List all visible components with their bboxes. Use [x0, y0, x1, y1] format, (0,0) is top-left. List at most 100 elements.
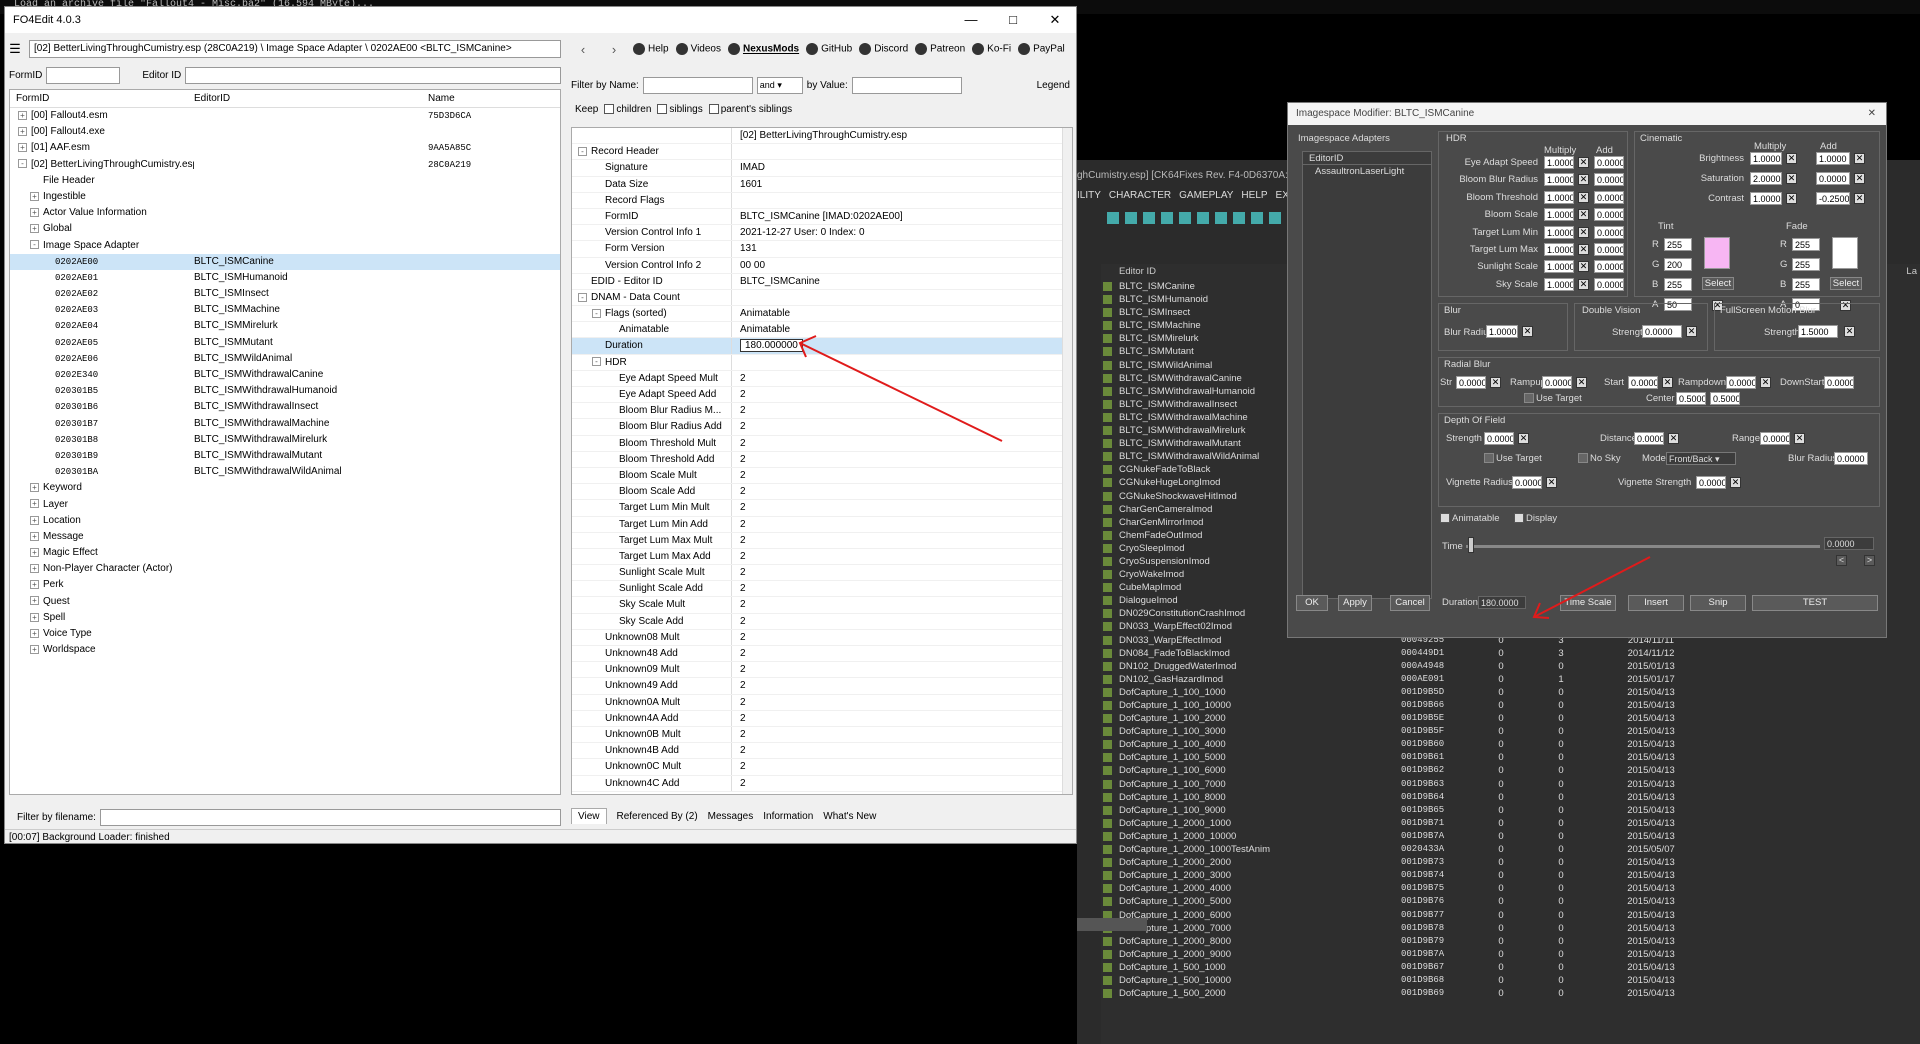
hdr-add-field[interactable]: 0.0000 [1594, 190, 1624, 204]
ck-menu-gameplay[interactable]: GAMEPLAY [1179, 190, 1233, 208]
dv-strength-field[interactable]: 0.0000 [1642, 325, 1682, 338]
expand-icon[interactable]: + [30, 580, 39, 590]
ck-grid-row[interactable]: DofCapture_1_2000_3000 001D9B74 0 0 2015/04/… [1101, 869, 1920, 882]
record-row[interactable]: Signature IMAD [572, 160, 1072, 177]
ck-grid-row[interactable]: DofCapture_1_100_7000 001D9B63 0 0 2015/04/1… [1101, 778, 1920, 791]
dof-distance-clear[interactable]: ✕ [1668, 433, 1679, 444]
formid-input[interactable] [46, 66, 121, 84]
tab-messages[interactable]: Messages [708, 811, 754, 822]
adapter-list-header[interactable]: EditorID [1303, 152, 1431, 166]
ck-tree-item[interactable]: Material Type [1077, 970, 1147, 983]
record-row[interactable]: Eye Adapt Speed Add 2 [572, 387, 1072, 404]
ck-tree-item[interactable]: Hazard [1077, 892, 1147, 905]
tree-row[interactable]: + Ingestible [10, 189, 560, 205]
record-row[interactable]: Form Version 131 [572, 241, 1072, 258]
editorid-input[interactable] [185, 66, 561, 84]
hdr-mult-clear[interactable]: ✕ [1578, 261, 1589, 273]
cin-mult-field[interactable]: 2.0000 [1750, 172, 1782, 185]
record-row[interactable]: Animatable Animatable [572, 322, 1072, 339]
record-tree[interactable]: FormID EditorID Name + [00] Fallout4.esm 7… [9, 89, 561, 795]
record-row[interactable]: - Flags (sorted) Animatable [572, 306, 1072, 323]
forward-icon[interactable]: › [602, 42, 626, 57]
ck-tree-item[interactable]: Explosion [1077, 840, 1147, 853]
tree-row[interactable]: + Layer [10, 497, 560, 513]
tree-row[interactable]: 0202AE06 BLTC_ISMWildAnimal [10, 351, 560, 367]
tint-b-field[interactable]: 255 [1664, 278, 1692, 291]
tree-row[interactable]: - Image Space Adapter [10, 238, 560, 254]
time-slider[interactable] [1466, 545, 1820, 548]
tree-row[interactable]: + Location [10, 513, 560, 529]
fsb-strength-clear[interactable]: ✕ [1844, 326, 1855, 337]
record-row[interactable]: Duration 180.000000 [572, 338, 1072, 355]
hdr-mult-field[interactable]: 1.0000 [1544, 225, 1574, 239]
hdr-add-field[interactable]: 0.0000 [1594, 156, 1624, 169]
expand-icon[interactable]: + [18, 143, 27, 153]
ck-grid-row[interactable]: DofCapture_1_100_6000 001D9B62 0 0 2015/04/1… [1101, 764, 1920, 777]
dof-vignette-strength-field[interactable]: 0.0000 [1696, 476, 1726, 489]
hdr-mult-field[interactable]: 1.0000 [1544, 208, 1574, 222]
expand-icon[interactable]: + [30, 628, 39, 638]
tint-select-button[interactable]: Select [1702, 277, 1734, 290]
cin-add-field[interactable]: 1.0000 [1816, 152, 1850, 165]
radial-0-field[interactable]: 0.0000 [1456, 376, 1486, 389]
expand-icon[interactable]: + [30, 596, 39, 606]
record-row[interactable]: Target Lum Min Add 2 [572, 516, 1072, 533]
ck-tree-item[interactable]: Footstep Set [1077, 866, 1147, 879]
display-checkbox[interactable]: Display [1514, 513, 1557, 524]
radial-4-field[interactable]: 0.0000 [1824, 376, 1854, 389]
col-formid[interactable]: FormID [10, 93, 194, 104]
ck-grid-row[interactable]: DofCapture_1_500_2000 001D9B69 0 0 2015/04/1… [1101, 987, 1920, 1000]
record-row[interactable]: Unknown4B Add 2 [572, 743, 1072, 760]
tab-information[interactable]: Information [763, 811, 813, 822]
record-scrollbar[interactable] [1062, 128, 1072, 794]
ck-grid-row[interactable]: DofCapture_1_100_9000 001D9B65 0 0 2015/04/1… [1101, 804, 1920, 817]
hdr-mult-field[interactable]: 1.0000 [1544, 243, 1574, 256]
tree-row[interactable]: 0202AE04 BLTC_ISMMirelurk [10, 318, 560, 334]
hdr-mult-field[interactable]: 1.0000 [1544, 190, 1574, 204]
toolbar-nexusmods-link[interactable]: NexusMods [727, 43, 799, 55]
record-row[interactable]: Unknown0C Mult 2 [572, 759, 1072, 776]
dof-blur-radius-field[interactable]: 0.0000 [1834, 452, 1868, 465]
hdr-mult-clear[interactable]: ✕ [1578, 209, 1589, 221]
tint-r-field[interactable]: 255 [1664, 238, 1692, 251]
record-row[interactable]: Data Size 1601 [572, 176, 1072, 193]
toolbar-paypal-link[interactable]: PayPal [1018, 43, 1065, 55]
tree-row[interactable]: + Worldspace [10, 642, 560, 658]
fade-color-swatch[interactable] [1832, 237, 1858, 269]
tree-row[interactable]: + [01] AAF.esm 9AA5A85C [10, 140, 560, 156]
tree-row[interactable]: + Spell [10, 610, 560, 626]
time-field[interactable]: 0.0000 [1824, 537, 1874, 550]
ck-grid-row[interactable]: DN102_DruggedWaterImod 000A4948 0 0 2015/01/… [1101, 660, 1920, 673]
toolbar-discord-link[interactable]: Discord [859, 43, 908, 55]
menu-icon[interactable]: ☰ [5, 41, 25, 57]
record-row[interactable]: Bloom Blur Radius M... 2 [572, 403, 1072, 420]
record-row[interactable]: Bloom Blur Radius Add 2 [572, 419, 1072, 436]
time-next-icon[interactable]: > [1864, 555, 1875, 566]
ck-tool-icon[interactable] [1125, 212, 1137, 224]
record-row[interactable]: Unknown08 Mult 2 [572, 629, 1072, 646]
ck-tree-item[interactable]: WorldObjects [1077, 1009, 1147, 1022]
hdr-mult-clear[interactable]: ✕ [1578, 278, 1589, 290]
snip-button[interactable]: Snip [1690, 595, 1746, 611]
tree-row[interactable]: - [02] BetterLivingThroughCumistry.esp 28C… [10, 157, 560, 173]
tree-row[interactable]: + Perk [10, 577, 560, 593]
fade-r-field[interactable]: 255 [1792, 238, 1820, 251]
record-row[interactable]: Bloom Scale Add 2 [572, 484, 1072, 501]
filter-value-input[interactable] [851, 76, 962, 94]
expand-icon[interactable]: - [578, 147, 587, 157]
tree-row[interactable]: 020301B8 BLTC_ISMWithdrawalMirelurk [10, 432, 560, 448]
expand-icon[interactable]: - [578, 292, 587, 302]
radial-2-clear[interactable]: ✕ [1662, 377, 1673, 388]
time-prev-icon[interactable]: < [1836, 555, 1847, 566]
tree-row[interactable]: 020301B9 BLTC_ISMWithdrawalMutant [10, 448, 560, 464]
ck-tree-item[interactable]: WorldData [1077, 996, 1147, 1009]
radial-center-field[interactable]: 0.5000 [1710, 392, 1740, 405]
ck-grid-row[interactable]: DN102_GasHazardImod 000AE091 0 1 2015/01/17 [1101, 673, 1920, 686]
ck-tree-item[interactable]: Projectile [1077, 983, 1147, 996]
ck-tool-icon[interactable] [1161, 212, 1173, 224]
ck-grid-row[interactable]: DofCapture_1_2000_7000 001D9B78 0 0 2015/04/… [1101, 922, 1920, 935]
record-row[interactable]: Bloom Scale Mult 2 [572, 467, 1072, 485]
expand-icon[interactable]: + [30, 224, 39, 234]
ck-grid-row[interactable]: DofCapture_1_100_8000 001D9B64 0 0 2015/04/1… [1101, 791, 1920, 804]
filter-op-select[interactable]: and ▾ [756, 76, 803, 94]
